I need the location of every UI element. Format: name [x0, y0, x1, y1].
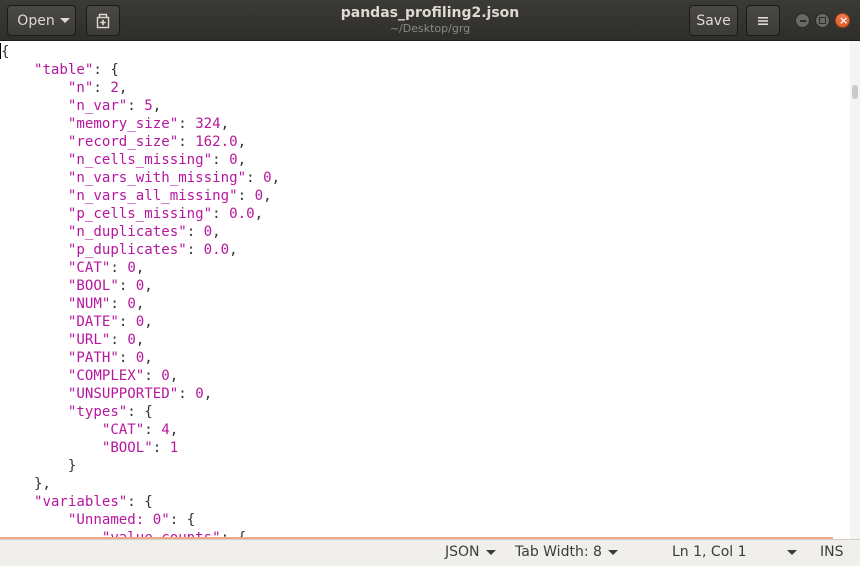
save-button[interactable]: Save	[689, 5, 738, 36]
insert-mode-label: INS	[820, 544, 844, 560]
open-button[interactable]: Open	[7, 5, 76, 36]
code-line: },	[0, 476, 51, 492]
chevron-down-icon	[607, 549, 618, 555]
code-line: "types": {	[67, 404, 153, 420]
code-line: "n_vars_with_missing": 0,	[67, 170, 281, 186]
document-title: pandas_profiling2.json	[340, 5, 520, 21]
status-bar: JSON Tab Width: 8 Ln 1, Col 1 INS	[0, 539, 860, 566]
code-line: "n_cells_missing": 0,	[67, 152, 247, 168]
code-line: "variables": {	[33, 494, 153, 510]
vertical-scrollbar[interactable]	[850, 41, 860, 539]
header-bar: Open pandas_profiling2.json ~/Desktop/gr…	[0, 0, 860, 41]
save-button-label: Save	[696, 12, 731, 29]
code-line: "UNSUPPORTED": 0,	[67, 386, 213, 402]
code-line: "DATE": 0,	[67, 314, 153, 330]
code-line: "CAT": 0,	[67, 260, 145, 276]
chevron-down-icon	[59, 18, 70, 23]
maximize-button[interactable]	[815, 13, 830, 28]
tab-width-label: Tab Width: 8	[515, 544, 602, 560]
new-document-icon	[96, 13, 110, 28]
cursor-position-selector[interactable]: Ln 1, Col 1	[672, 544, 797, 560]
open-button-label: Open	[17, 12, 55, 29]
scrollbar-thumb[interactable]	[852, 85, 858, 99]
language-selector[interactable]: JSON	[445, 544, 496, 560]
code-line: "record_size": 162.0,	[67, 134, 247, 150]
chevron-down-icon	[786, 549, 797, 555]
chevron-down-icon	[485, 549, 496, 555]
code-line: }	[0, 458, 77, 474]
code-line: {	[0, 43, 10, 60]
code-line: "BOOL": 1	[101, 440, 179, 456]
code-line: "NUM": 0,	[67, 296, 145, 312]
code-line: "Unnamed: 0": {	[67, 512, 196, 528]
tab-width-selector[interactable]: Tab Width: 8	[515, 544, 618, 560]
new-tab-button[interactable]	[86, 5, 120, 36]
code-line: "n_duplicates": 0,	[67, 224, 221, 240]
code-line: "table": {	[33, 62, 119, 78]
hamburger-menu-button[interactable]	[746, 5, 780, 36]
code-line: "BOOL": 0,	[67, 278, 153, 294]
code-line: "p_duplicates": 0.0,	[67, 242, 238, 258]
minimize-button[interactable]	[795, 13, 810, 28]
hamburger-icon	[758, 16, 768, 25]
code-line: "PATH": 0,	[67, 350, 153, 366]
window-title: pandas_profiling2.json ~/Desktop/grg	[300, 4, 560, 36]
language-label: JSON	[445, 544, 480, 560]
code-line: "COMPLEX": 0,	[67, 368, 179, 384]
code-line: "URL": 0,	[67, 332, 145, 348]
maximize-icon	[819, 17, 826, 24]
close-button[interactable]: ×	[835, 13, 850, 28]
code-line: "n": 2,	[67, 80, 128, 96]
code-line: "memory_size": 324,	[67, 116, 230, 132]
text-editor[interactable]: { "table": { "n": 2, "n_var": 5, "memory…	[0, 41, 850, 539]
close-icon: ×	[839, 14, 849, 27]
code-line: "CAT": 4,	[101, 422, 179, 438]
insert-mode-indicator: INS	[820, 544, 844, 560]
code-line: "n_vars_all_missing": 0,	[67, 188, 272, 204]
document-path: ~/Desktop/grg	[389, 22, 471, 35]
minimize-icon	[800, 20, 806, 22]
code-line: "n_var": 5,	[67, 98, 162, 114]
cursor-position-label: Ln 1, Col 1	[672, 544, 747, 560]
code-line: "p_cells_missing": 0.0,	[67, 206, 264, 222]
